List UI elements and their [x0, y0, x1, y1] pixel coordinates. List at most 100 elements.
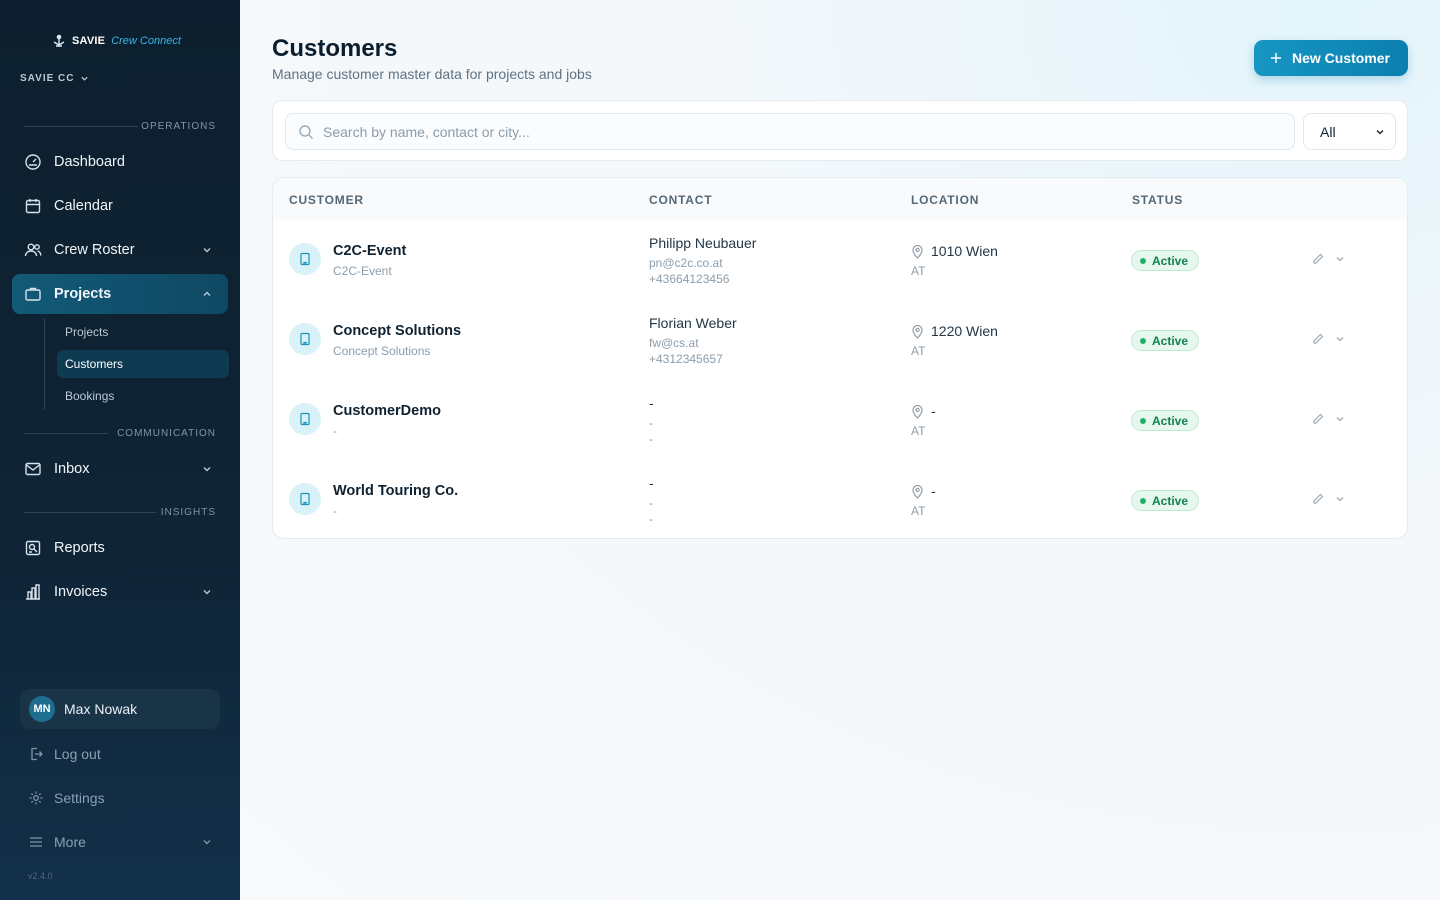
status-filter-select[interactable]: All: [1303, 113, 1396, 150]
status-label: Active: [1152, 413, 1189, 428]
mail-icon: [24, 460, 42, 478]
more-button[interactable]: More: [28, 834, 212, 850]
section-divider: [24, 126, 138, 127]
chevron-down-icon[interactable]: [1335, 254, 1345, 264]
section-label-insights: INSIGHTS: [160, 507, 216, 518]
table-row[interactable]: Concept Solutions Concept Solutions Flor…: [273, 299, 1407, 379]
column-header-customer[interactable]: CUSTOMER: [289, 193, 364, 207]
briefcase-icon: [24, 285, 42, 303]
status-label: Active: [1152, 493, 1189, 508]
brand-tagline: Crew Connect: [111, 35, 181, 47]
nav-crew-roster-label: Crew Roster: [54, 242, 135, 258]
customer-subtitle: Concept Solutions: [333, 344, 431, 358]
pencil-icon[interactable]: [1311, 412, 1325, 426]
pencil-icon[interactable]: [1311, 252, 1325, 266]
customer-name[interactable]: World Touring Co.: [333, 483, 458, 499]
status-badge: Active: [1131, 250, 1200, 271]
projects-subnav: Projects Customers Bookings: [44, 318, 229, 410]
status-dot-icon: [1140, 417, 1146, 424]
contact-name: -: [649, 395, 654, 411]
logout-icon: [28, 746, 44, 762]
column-header-location[interactable]: LOCATION: [911, 193, 979, 207]
contact-phone: -: [649, 512, 653, 526]
filter-bar: All: [272, 100, 1408, 161]
location-country: AT: [911, 504, 926, 518]
new-customer-button[interactable]: New Customer: [1253, 40, 1408, 76]
subnav-customers[interactable]: Customers: [57, 350, 229, 378]
contact-name: Philipp Neubauer: [649, 235, 757, 251]
table-row[interactable]: CustomerDemo - - - - - AT Active: [273, 379, 1407, 459]
contact-email[interactable]: pn@c2c.co.at: [649, 256, 723, 270]
pencil-icon[interactable]: [1311, 492, 1325, 506]
contact-phone: -: [649, 432, 653, 446]
chevron-up-icon: [202, 289, 212, 299]
avatar: MN: [29, 696, 55, 722]
customer-name[interactable]: C2C-Event: [333, 243, 406, 259]
status-label: Active: [1152, 253, 1189, 268]
nav-calendar[interactable]: Calendar: [12, 186, 228, 226]
chevron-down-icon: [202, 587, 212, 597]
brand-name: SAVIE: [72, 35, 106, 47]
nav-invoices[interactable]: Invoices: [12, 572, 228, 612]
column-header-status[interactable]: STATUS: [1132, 193, 1183, 207]
customer-name[interactable]: CustomerDemo: [333, 403, 441, 419]
users-icon: [24, 241, 42, 259]
chevron-down-icon: [202, 464, 212, 474]
chevron-down-icon[interactable]: [1335, 414, 1345, 424]
nav-crew-roster[interactable]: Crew Roster: [12, 230, 228, 270]
nav-reports[interactable]: Reports: [12, 528, 228, 568]
chevron-down-icon: [202, 837, 212, 847]
customers-table: CUSTOMER CONTACT LOCATION STATUS C2C-Eve…: [272, 177, 1408, 539]
location-city: 1010 Wien: [931, 243, 998, 259]
status-badge: Active: [1131, 330, 1200, 351]
settings-button[interactable]: Settings: [28, 790, 212, 806]
nav-inbox[interactable]: Inbox: [12, 449, 228, 489]
chevron-down-icon: [1375, 127, 1385, 137]
calendar-icon: [24, 197, 42, 215]
logout-label: Log out: [54, 746, 101, 762]
plus-icon: [1270, 52, 1282, 64]
chevron-down-icon[interactable]: [1335, 494, 1345, 504]
contact-email: -: [649, 496, 653, 510]
map-pin-icon: [911, 404, 924, 419]
chevron-down-icon[interactable]: [1335, 334, 1345, 344]
menu-icon: [28, 834, 44, 850]
nav-reports-label: Reports: [54, 540, 105, 556]
location-country: AT: [911, 424, 926, 438]
org-label: SAVIE CC: [20, 73, 75, 84]
pencil-icon[interactable]: [1311, 332, 1325, 346]
section-label-operations: OPERATIONS: [141, 121, 216, 132]
nav-inbox-label: Inbox: [54, 461, 90, 477]
org-switcher[interactable]: SAVIE CC: [20, 73, 89, 84]
search-box[interactable]: [285, 113, 1295, 150]
nav-dashboard-label: Dashboard: [54, 154, 125, 170]
page-title: Customers: [272, 35, 398, 62]
settings-label: Settings: [54, 790, 105, 806]
table-row[interactable]: World Touring Co. - - - - - AT Active: [273, 459, 1407, 538]
page-subtitle: Manage customer master data for projects…: [272, 66, 592, 82]
search-input[interactable]: [323, 123, 1273, 140]
table-row[interactable]: C2C-Event C2C-Event Philipp Neubauer pn@…: [273, 219, 1407, 299]
subnav-bookings[interactable]: Bookings: [57, 382, 229, 410]
user-card[interactable]: MN Max Nowak: [20, 689, 220, 729]
logout-button[interactable]: Log out: [28, 746, 212, 762]
brand-logo[interactable]: SAVIE Crew Connect: [52, 34, 181, 48]
gauge-icon: [24, 153, 42, 171]
column-header-contact[interactable]: CONTACT: [649, 193, 712, 207]
section-divider: [24, 512, 156, 513]
chevron-down-icon: [80, 76, 88, 81]
section-label-communication: COMMUNICATION: [117, 428, 216, 439]
customer-name[interactable]: Concept Solutions: [333, 323, 461, 339]
nav-projects[interactable]: Projects: [12, 274, 228, 314]
contact-email[interactable]: fw@cs.at: [649, 336, 699, 350]
nav-calendar-label: Calendar: [54, 198, 113, 214]
sidebar: SAVIE Crew Connect SAVIE CC OPERATIONS D…: [0, 0, 240, 900]
map-pin-icon: [911, 244, 924, 259]
user-name: Max Nowak: [64, 701, 138, 717]
nav-dashboard[interactable]: Dashboard: [12, 142, 228, 182]
subnav-projects[interactable]: Projects: [57, 318, 229, 346]
building-icon: [289, 323, 321, 355]
building-icon: [289, 483, 321, 515]
contact-phone: +43664123456: [649, 272, 730, 286]
contact-phone: +4312345657: [649, 352, 723, 366]
